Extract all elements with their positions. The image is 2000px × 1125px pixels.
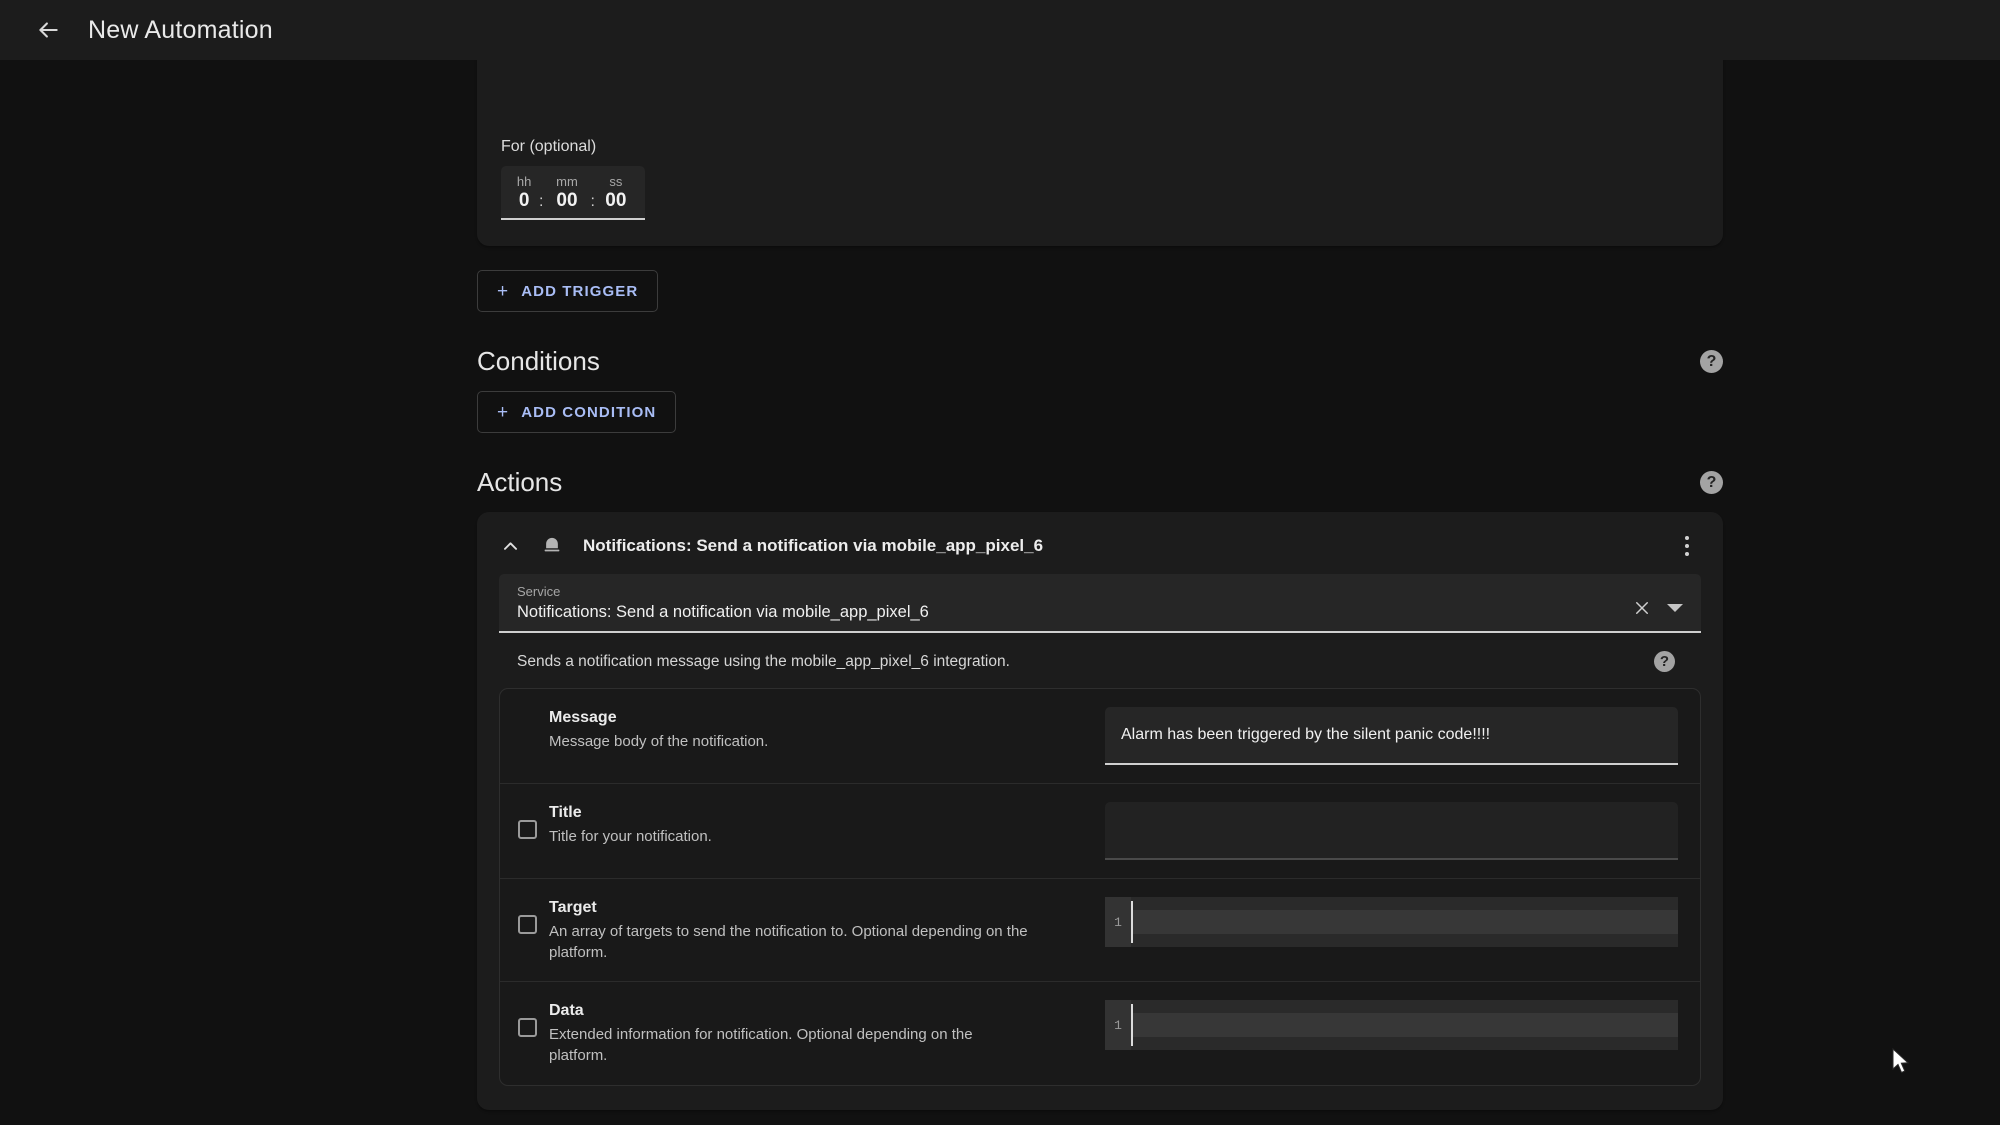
field-control — [1029, 802, 1678, 860]
active-line-highlight — [1131, 1013, 1678, 1038]
text-caret — [1131, 1004, 1133, 1047]
line-number: 1 — [1105, 897, 1131, 947]
field-texts: Data Extended information for notificati… — [549, 1000, 1029, 1066]
duration-hh-unit: hh — [516, 174, 532, 189]
duration-ss-unit: ss — [609, 174, 623, 189]
service-texts: Service Notifications: Send a notificati… — [517, 584, 1631, 622]
conditions-help-icon[interactable]: ? — [1700, 350, 1723, 373]
active-line-highlight — [1131, 910, 1678, 934]
field-description: Title for your notification. — [549, 828, 712, 845]
add-condition-row: + ADD CONDITION — [477, 391, 1723, 433]
service-help-icon[interactable]: ? — [1654, 651, 1675, 672]
title-checkbox[interactable] — [518, 820, 537, 839]
service-fields-card: Message Message body of the notification… — [499, 688, 1701, 1086]
service-caption: Service — [517, 584, 561, 599]
service-description-row: Sends a notification message using the m… — [499, 633, 1701, 688]
add-trigger-row: + ADD TRIGGER — [477, 270, 1723, 312]
code-area[interactable] — [1131, 1000, 1678, 1051]
duration-values: 0 : 00 : 00 — [513, 190, 633, 212]
title-input[interactable] — [1105, 802, 1678, 860]
field-name: Target — [549, 899, 597, 916]
duration-hh-field[interactable]: 0 — [513, 190, 535, 212]
field-name: Data — [549, 1002, 584, 1020]
close-icon[interactable] — [1631, 597, 1653, 619]
field-description: Message body of the notification. — [549, 733, 769, 750]
service-value: Notifications: Send a notification via m… — [517, 603, 929, 621]
actions-help-icon[interactable]: ? — [1700, 471, 1723, 494]
add-condition-label: ADD CONDITION — [521, 403, 657, 421]
conditions-section-header: Conditions ? — [477, 346, 1723, 377]
chevron-up-icon[interactable] — [497, 533, 523, 559]
duration-units: hh mm ss — [513, 174, 633, 189]
service-description: Sends a notification message using the m… — [517, 652, 1010, 670]
duration-input[interactable]: hh mm ss 0 : 00 : 00 — [501, 166, 645, 220]
field-description: Extended information for notification. O… — [549, 1026, 973, 1065]
add-condition-button[interactable]: + ADD CONDITION — [477, 391, 677, 433]
field-name: Title — [549, 804, 582, 821]
field-row-target: Target An array of targets to send the n… — [500, 879, 1700, 983]
bell-icon — [539, 533, 565, 559]
trigger-card: For (optional) hh mm ss 0 : 00 : 00 — [477, 60, 1723, 246]
target-code-editor[interactable]: 1 — [1105, 897, 1678, 947]
page-body: For (optional) hh mm ss 0 : 00 : 00 + AD… — [0, 60, 2000, 1125]
duration-ss-field[interactable]: 00 — [599, 190, 633, 212]
service-actions — [1631, 597, 1687, 622]
page-title: New Automation — [88, 15, 273, 44]
service-field-wrap: Service Notifications: Send a notificati… — [477, 574, 1723, 633]
field-texts: Target An array of targets to send the n… — [549, 897, 1029, 963]
add-trigger-label: ADD TRIGGER — [521, 282, 639, 300]
mouse-pointer-icon — [1891, 1047, 1911, 1081]
field-texts: Title Title for your notification. — [549, 802, 1029, 848]
field-row-data: Data Extended information for notificati… — [500, 982, 1700, 1084]
app-header: New Automation — [0, 0, 2000, 60]
field-name: Message — [549, 709, 617, 726]
field-row-message: Message Message body of the notification… — [500, 689, 1700, 784]
conditions-title: Conditions — [477, 346, 600, 376]
field-description: An array of targets to send the notifica… — [549, 923, 1028, 961]
duration-separator-1: : — [539, 193, 544, 210]
field-row-title: Title Title for your notification. — [500, 784, 1700, 879]
arrow-left-icon — [35, 17, 61, 43]
target-checkbox[interactable] — [518, 915, 537, 934]
message-input[interactable]: Alarm has been triggered by the silent p… — [1105, 707, 1678, 765]
actions-title: Actions — [477, 467, 563, 497]
plus-icon: + — [497, 401, 510, 423]
data-code-editor[interactable]: 1 — [1105, 1000, 1678, 1051]
text-caret — [1131, 901, 1133, 943]
duration-separator-2: : — [590, 193, 595, 210]
action-card: Notifications: Send a notification via m… — [477, 512, 1723, 1110]
more-vertical-icon[interactable] — [1673, 532, 1701, 560]
plus-icon: + — [497, 280, 510, 302]
actions-section-header: Actions ? — [477, 467, 1723, 498]
action-title: Notifications: Send a notification via m… — [583, 536, 1044, 555]
editor-column: For (optional) hh mm ss 0 : 00 : 00 + AD… — [477, 60, 1723, 1125]
field-control: Alarm has been triggered by the silent p… — [1029, 707, 1678, 765]
line-number: 1 — [1105, 1000, 1131, 1051]
for-optional-label: For (optional) — [501, 138, 597, 155]
code-area[interactable] — [1131, 897, 1678, 947]
add-trigger-button[interactable]: + ADD TRIGGER — [477, 270, 659, 312]
service-select[interactable]: Service Notifications: Send a notificati… — [499, 574, 1701, 633]
data-checkbox[interactable] — [518, 1018, 537, 1038]
field-control: 1 — [1029, 897, 1678, 947]
field-control: 1 — [1029, 1000, 1678, 1051]
duration-mm-unit: mm — [556, 174, 578, 189]
action-card-header: Notifications: Send a notification via m… — [477, 512, 1723, 574]
field-texts: Message Message body of the notification… — [549, 707, 1029, 753]
duration-mm-field[interactable]: 00 — [547, 190, 586, 212]
caret-down-icon[interactable] — [1667, 604, 1683, 612]
back-button[interactable] — [26, 8, 70, 52]
